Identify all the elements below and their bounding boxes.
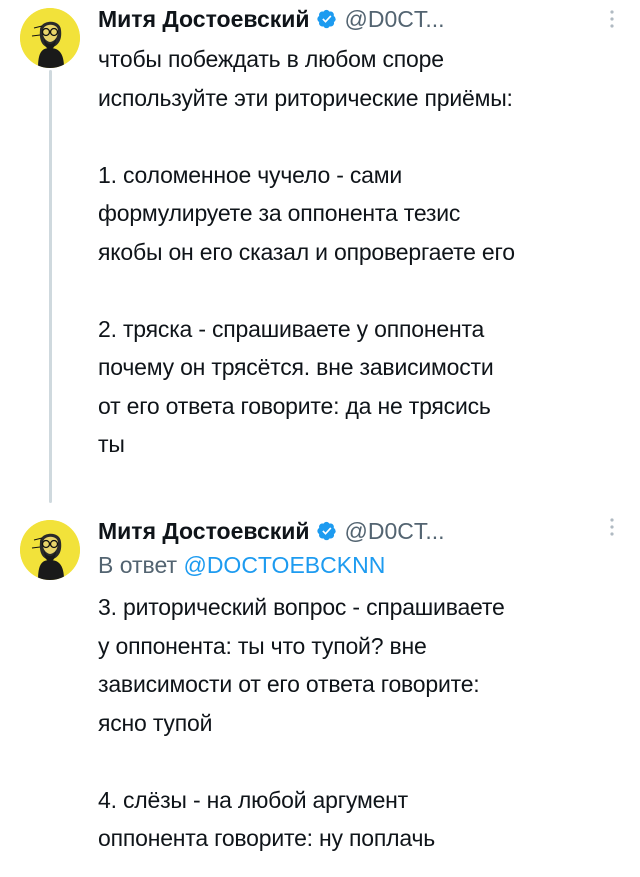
more-options-icon[interactable] (608, 516, 616, 538)
reply-mention-link[interactable]: @DOCTOEBCKNN (183, 552, 385, 578)
tweet-header: Митя Достоевский @D0CT... (98, 4, 626, 34)
tweet-text: 3. риторический вопрос - спрашиваете у о… (98, 594, 505, 851)
more-options-icon[interactable] (608, 8, 616, 30)
thread-connector-line (49, 70, 52, 503)
tweet-content: Митя Достоевский @D0CT... В ответ @DOCTO… (98, 516, 626, 858)
avatar[interactable] (20, 8, 80, 68)
author-handle[interactable]: @D0CT... (345, 6, 445, 33)
verified-badge-icon (316, 521, 336, 541)
avatar[interactable] (20, 520, 80, 580)
tweet-text: чтобы побеждать в любом споре используйт… (98, 46, 515, 457)
tweet-content: Митя Достоевский @D0CT... чтобы побеждат… (98, 4, 626, 464)
author-name[interactable]: Митя Достоевский (98, 518, 310, 545)
avatar-portrait-icon (20, 520, 80, 580)
reply-prefix: В ответ (98, 552, 178, 578)
reply-context: В ответ @DOCTOEBCKNN (98, 550, 626, 580)
avatar-portrait-icon (20, 8, 80, 68)
author-name[interactable]: Митя Достоевский (98, 6, 310, 33)
author-handle[interactable]: @D0CT... (345, 518, 445, 545)
tweet-header: Митя Достоевский @D0CT... (98, 516, 626, 546)
verified-badge-icon (316, 9, 336, 29)
